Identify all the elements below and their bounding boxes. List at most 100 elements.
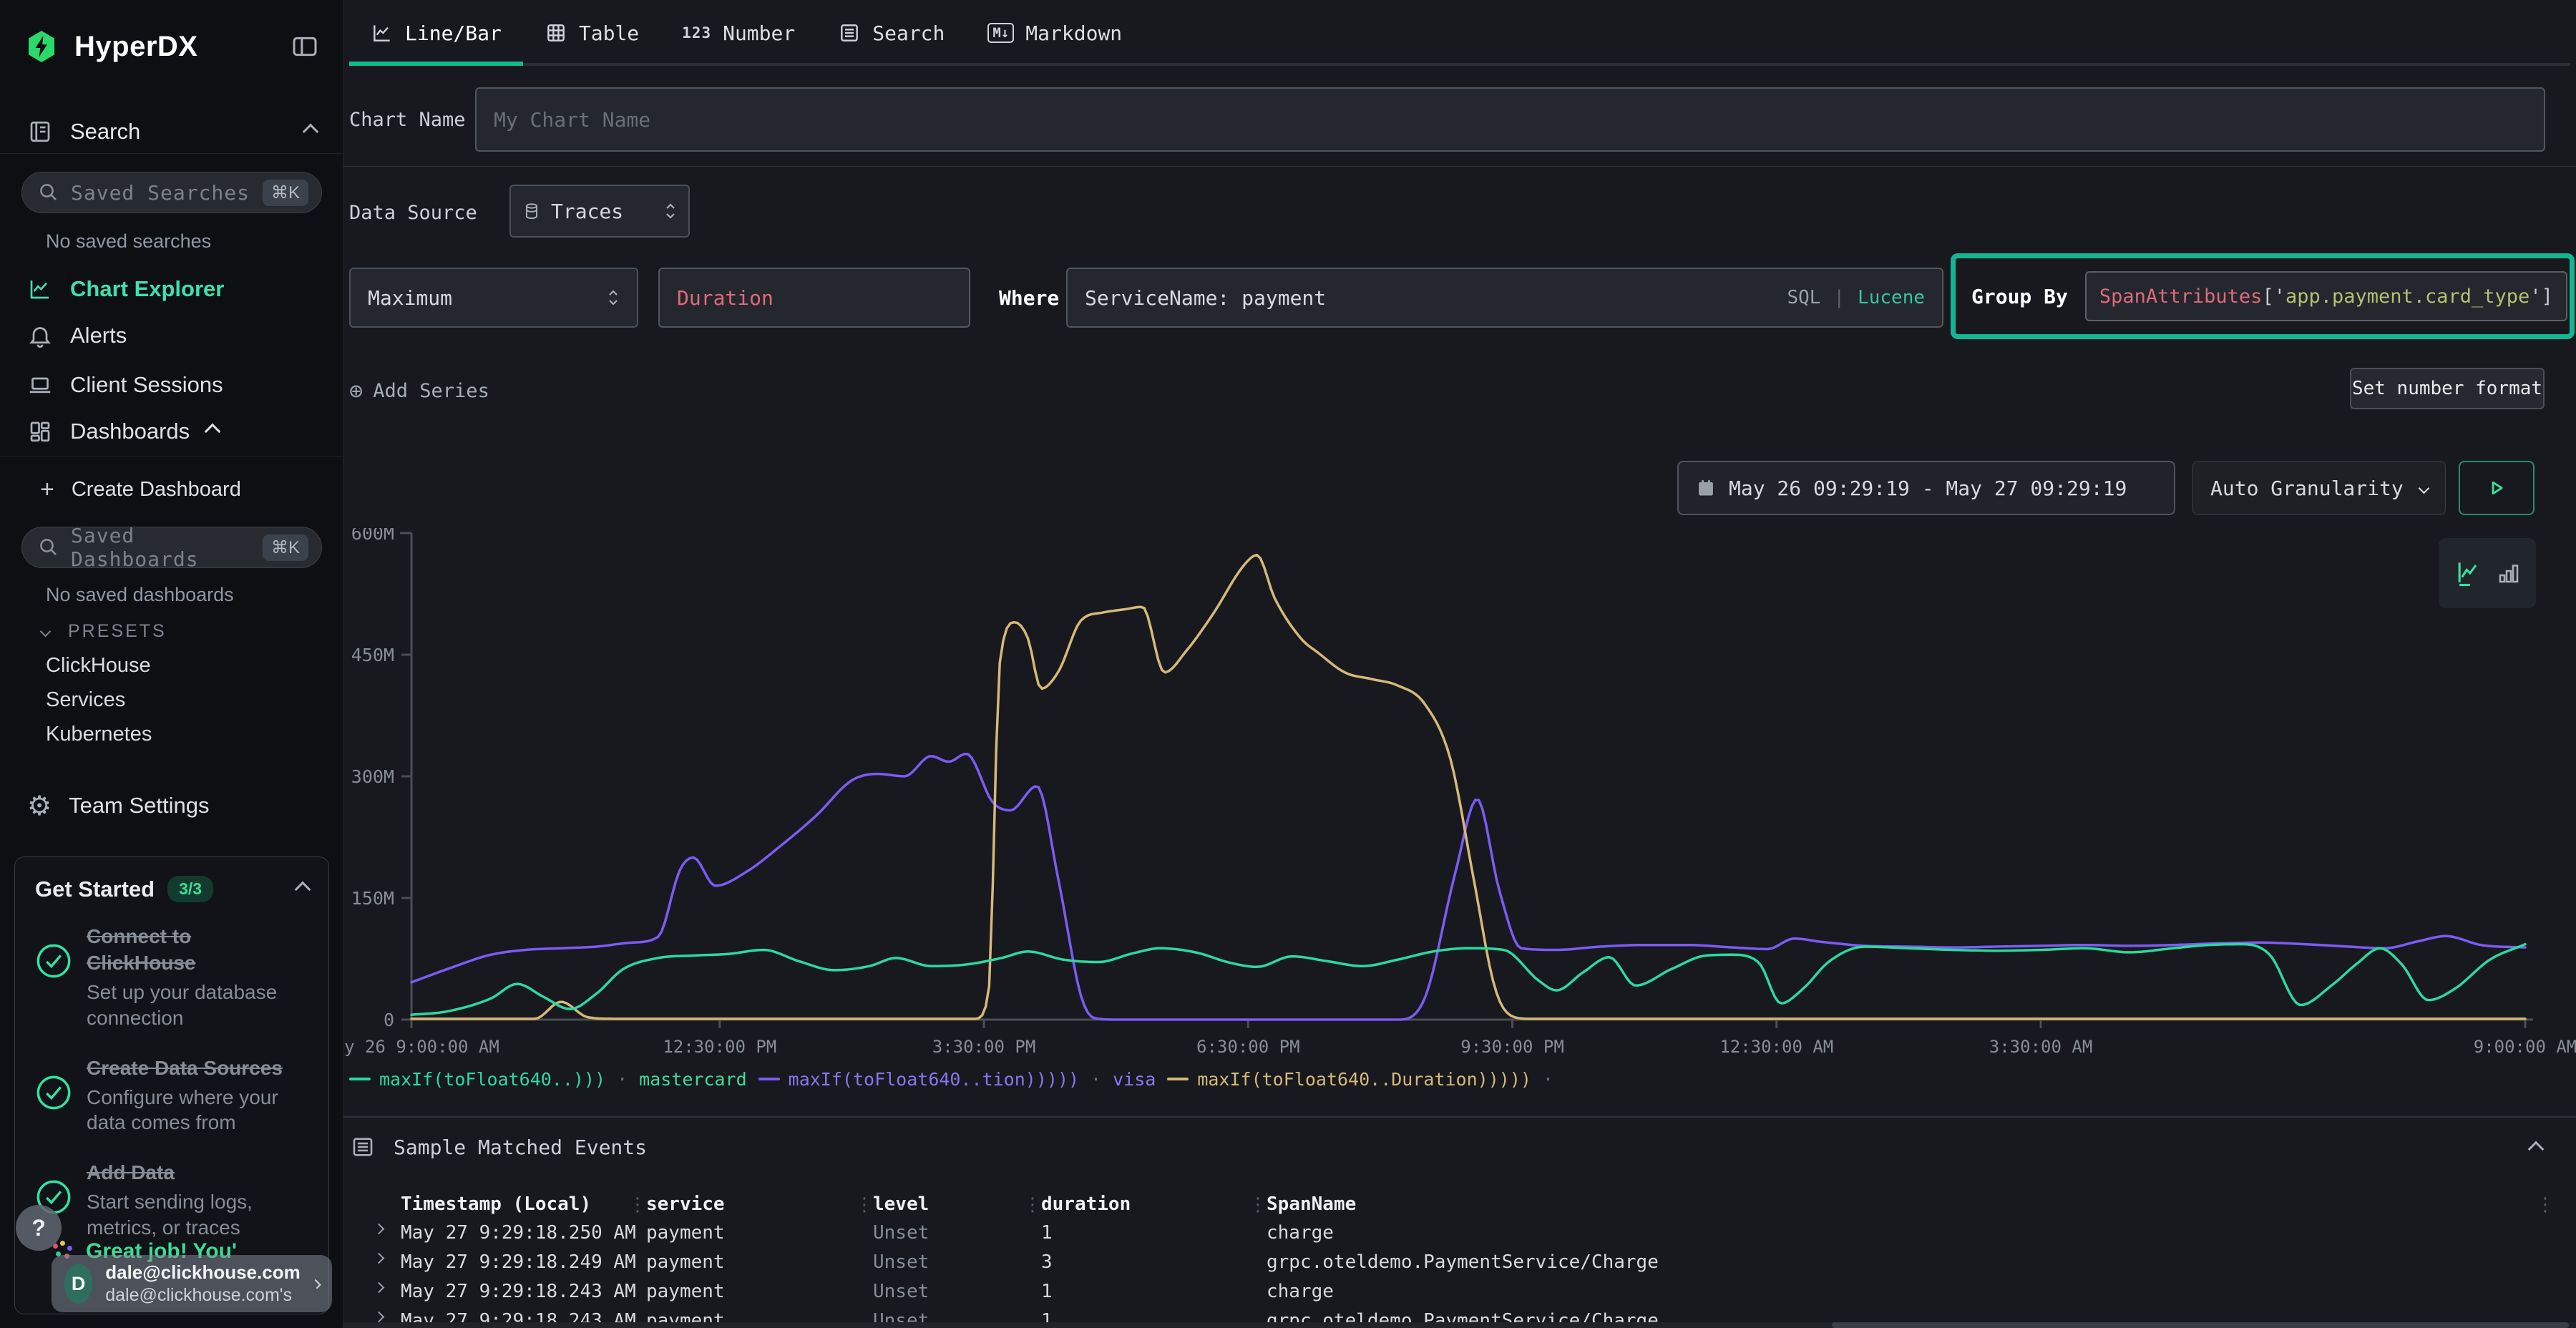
avatar: D xyxy=(64,1264,92,1304)
plus-icon: + xyxy=(40,476,54,504)
preset-kubernetes[interactable]: Kubernetes xyxy=(46,723,152,746)
sql-mode-toggle[interactable]: SQL xyxy=(1787,287,1820,308)
task-title: Connect to ClickHouse xyxy=(87,924,301,977)
cell-duration[interactable]: 1 xyxy=(1041,1281,1053,1302)
sidebar-item-client-sessions[interactable]: Client Sessions xyxy=(0,365,343,405)
col-spanname[interactable]: SpanName xyxy=(1267,1193,1356,1215)
task-add-data[interactable]: Add Data Start sending logs, metrics, or… xyxy=(35,1160,308,1241)
sidebar-item-alerts[interactable]: Alerts xyxy=(0,316,343,356)
section-label: Search xyxy=(70,119,140,145)
brand-title: HyperDX xyxy=(74,31,275,63)
cell-level[interactable]: Unset xyxy=(873,1281,929,1302)
chart-name-input[interactable]: My Chart Name xyxy=(475,87,2545,152)
col-level[interactable]: level xyxy=(873,1193,929,1215)
horizontal-scrollbar[interactable] xyxy=(343,1322,2576,1328)
hyperdx-app: HyperDX Search Saved Searches ⌘K No save… xyxy=(0,0,2576,1328)
create-dashboard-button[interactable]: + Create Dashboard xyxy=(0,469,343,509)
presets-header[interactable]: PRESETS xyxy=(42,621,167,642)
table-menu-icon[interactable]: ⋮ xyxy=(2536,1193,2555,1216)
legend-separator: · xyxy=(1543,1069,1553,1090)
chevron-up-icon[interactable] xyxy=(295,881,311,897)
plus-circle-icon: ⊕ xyxy=(349,377,363,404)
column-drag-icon[interactable]: ⋮ xyxy=(1023,1193,1042,1216)
aggregation-select[interactable]: Maximum xyxy=(349,268,638,328)
legend-swatch xyxy=(349,1078,371,1080)
where-input[interactable]: ServiceName: payment SQL | Lucene xyxy=(1066,268,1943,328)
column-drag-icon[interactable]: ⋮ xyxy=(855,1193,874,1216)
column-drag-icon[interactable]: ⋮ xyxy=(628,1193,647,1216)
cell-timestamp[interactable]: May 27 9:29:18.250 AM xyxy=(401,1222,636,1244)
cell-duration[interactable]: 3 xyxy=(1041,1251,1053,1273)
date-range-picker[interactable]: May 26 09:29:19 - May 27 09:29:19 xyxy=(1677,461,2175,515)
group-by-highlight: Group By SpanAttributes['app.payment.car… xyxy=(1951,253,2575,339)
data-source-select[interactable]: Traces xyxy=(509,185,690,238)
cell-timestamp[interactable]: May 27 9:29:18.243 AM xyxy=(401,1281,636,1302)
legend-group-label[interactable]: visa xyxy=(1113,1069,1156,1090)
task-create-data-sources[interactable]: Create Data Sources Configure where your… xyxy=(35,1055,308,1136)
cell-spanname[interactable]: charge xyxy=(1267,1281,1334,1302)
select-updown-icon xyxy=(607,288,620,307)
number-123-icon: 123 xyxy=(682,24,711,42)
saved-searches-input[interactable]: Saved Searches ⌘K xyxy=(21,172,322,213)
svg-text:3:30:00 AM: 3:30:00 AM xyxy=(1989,1037,2093,1057)
cell-service[interactable]: payment xyxy=(646,1281,725,1302)
sidebar-section-search[interactable]: Search xyxy=(0,112,343,152)
collapse-sidebar-icon[interactable] xyxy=(291,32,319,61)
collapse-panel-icon[interactable] xyxy=(2528,1141,2545,1158)
saved-dashboards-input[interactable]: Saved Dashboards ⌘K xyxy=(21,527,322,568)
legend-item[interactable]: maxIf(toFloat640..))) xyxy=(349,1069,605,1090)
field-input[interactable]: Duration xyxy=(658,268,970,328)
column-drag-icon[interactable]: ⋮ xyxy=(1249,1193,1267,1216)
cell-spanname[interactable]: grpc.oteldemo.PaymentService/Charge xyxy=(1267,1251,1659,1273)
help-button[interactable]: ? xyxy=(16,1205,62,1251)
tab-label: Markdown xyxy=(1025,21,1122,45)
tab-search[interactable]: Search xyxy=(816,0,966,66)
svg-text:May 26 9:00:00 AM: May 26 9:00:00 AM xyxy=(343,1037,499,1057)
chevron-up-icon[interactable] xyxy=(205,424,221,440)
sidebar-section-dashboards[interactable]: Dashboards xyxy=(0,411,343,451)
legend-item[interactable]: maxIf(toFloat640..Duration))))) xyxy=(1167,1069,1531,1090)
preset-clickhouse[interactable]: ClickHouse xyxy=(46,654,151,678)
cell-duration[interactable]: 1 xyxy=(1041,1222,1053,1244)
play-icon xyxy=(2484,476,2509,500)
question-mark-icon: ? xyxy=(31,1215,46,1241)
cell-level[interactable]: Unset xyxy=(873,1251,929,1273)
task-connect-clickhouse[interactable]: Connect to ClickHouse Set up your databa… xyxy=(35,924,308,1031)
legend-item[interactable]: maxIf(toFloat640..tion))))) xyxy=(758,1069,1079,1090)
chart-legend[interactable]: maxIf(toFloat640..))) · mastercard maxIf(to… xyxy=(349,1066,1553,1092)
chevron-up-icon[interactable] xyxy=(303,124,319,140)
granularity-select[interactable]: Auto Granularity xyxy=(2192,461,2446,515)
sample-matched-events-header[interactable]: Sample Matched Events xyxy=(351,1135,647,1159)
set-number-format-button[interactable]: Set number format xyxy=(2350,368,2545,409)
tab-line-bar[interactable]: Line/Bar xyxy=(349,0,523,66)
sidebar-item-chart-explorer[interactable]: Chart Explorer xyxy=(0,269,343,309)
col-service[interactable]: service xyxy=(646,1193,725,1215)
chart-name-placeholder: My Chart Name xyxy=(494,108,650,132)
sidebar-item-team-settings[interactable]: ⚙ Team Settings xyxy=(0,786,343,826)
search-icon xyxy=(38,182,59,203)
timeseries-chart[interactable]: 0150M300M450M600MMay 26 9:00:00 AM12:30:… xyxy=(343,528,2576,1086)
group-by-input[interactable]: SpanAttributes['app.payment.card_type'] xyxy=(2085,271,2567,321)
scrollbar-thumb[interactable] xyxy=(1832,1322,2569,1328)
tab-label: Line/Bar xyxy=(405,21,502,45)
tab-table[interactable]: Table xyxy=(523,0,660,66)
legend-group-label[interactable]: mastercard xyxy=(639,1069,747,1090)
preset-services[interactable]: Services xyxy=(46,688,125,712)
col-timestamp[interactable]: Timestamp (Local) xyxy=(401,1193,591,1215)
tab-number[interactable]: 123 Number xyxy=(660,0,816,66)
lucene-mode-toggle[interactable]: Lucene xyxy=(1858,287,1925,308)
token-key: app.payment.card_type xyxy=(2285,285,2529,308)
col-duration[interactable]: duration xyxy=(1041,1193,1131,1215)
cell-spanname[interactable]: charge xyxy=(1267,1222,1334,1244)
cell-level[interactable]: Unset xyxy=(873,1222,929,1244)
run-query-button[interactable] xyxy=(2459,461,2534,515)
cell-timestamp[interactable]: May 27 9:29:18.249 AM xyxy=(401,1251,636,1273)
cell-service[interactable]: payment xyxy=(646,1251,725,1273)
add-series-button[interactable]: ⊕ Add Series xyxy=(349,371,489,411)
shortcut-badge: ⌘K xyxy=(263,180,308,206)
legend-label: maxIf(toFloat640..Duration))))) xyxy=(1197,1069,1531,1090)
cell-service[interactable]: payment xyxy=(646,1222,725,1244)
user-menu[interactable]: D dale@clickhouse.com dale@clickhouse.co… xyxy=(52,1255,332,1312)
tab-markdown[interactable]: M↓ Markdown xyxy=(966,0,1143,66)
task-desc: Start sending logs, metrics, or traces xyxy=(87,1189,301,1241)
